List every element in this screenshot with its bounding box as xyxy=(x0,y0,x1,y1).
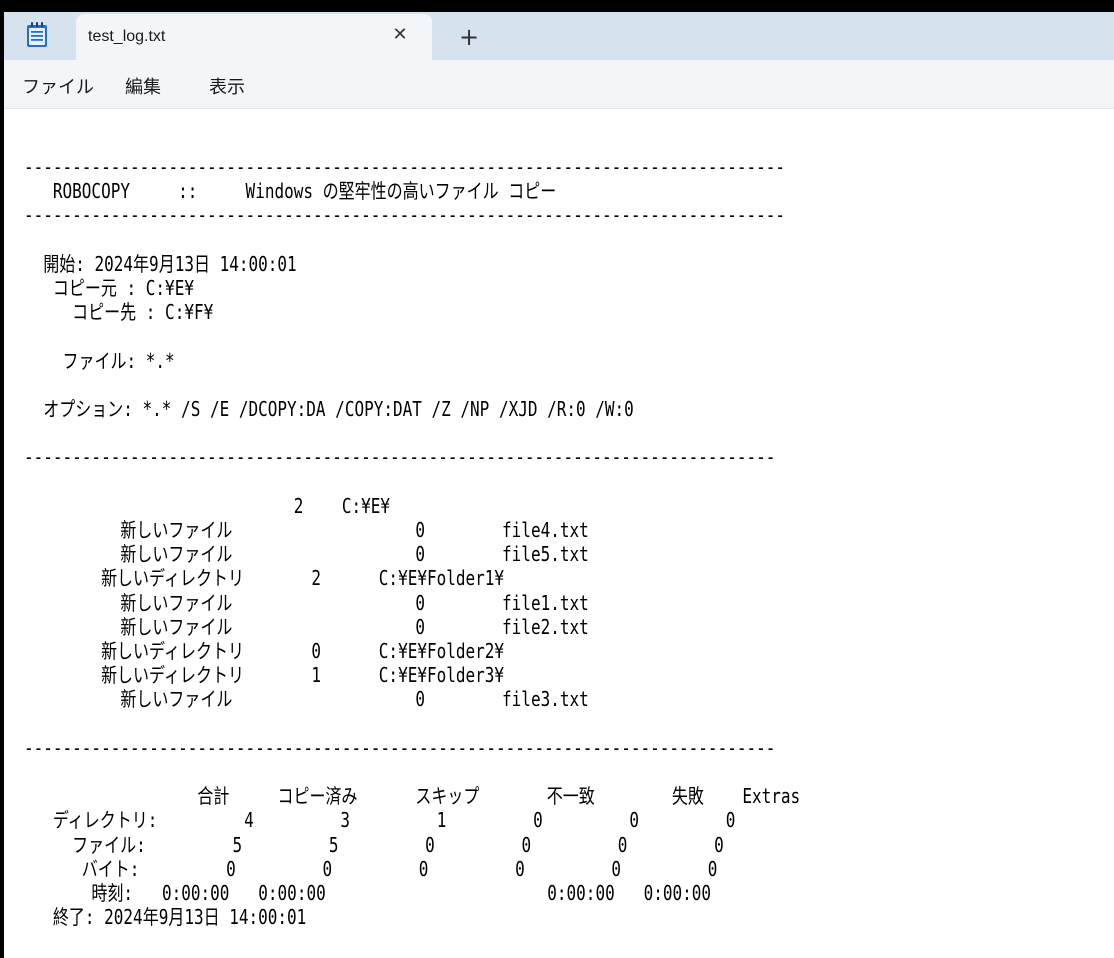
menu-bar: ファイル 編集 表示 xyxy=(4,60,1114,109)
menu-file[interactable]: ファイル xyxy=(22,73,94,99)
tab-test-log[interactable]: test_log.txt ✕ xyxy=(76,14,432,60)
notepad-icon xyxy=(26,22,48,48)
text-editor[interactable]: ----------------------------------------… xyxy=(4,109,1114,958)
notepad-window: test_log.txt ✕ + ファイル 編集 表示 ------------… xyxy=(4,12,1114,958)
document-text[interactable]: ----------------------------------------… xyxy=(24,155,800,930)
menu-edit[interactable]: 編集 xyxy=(125,73,161,99)
plus-icon[interactable]: + xyxy=(456,24,482,50)
title-bar: test_log.txt ✕ + xyxy=(4,12,1114,60)
menu-view[interactable]: 表示 xyxy=(209,73,245,99)
close-icon[interactable]: ✕ xyxy=(388,23,412,47)
tab-title: test_log.txt xyxy=(88,28,166,45)
